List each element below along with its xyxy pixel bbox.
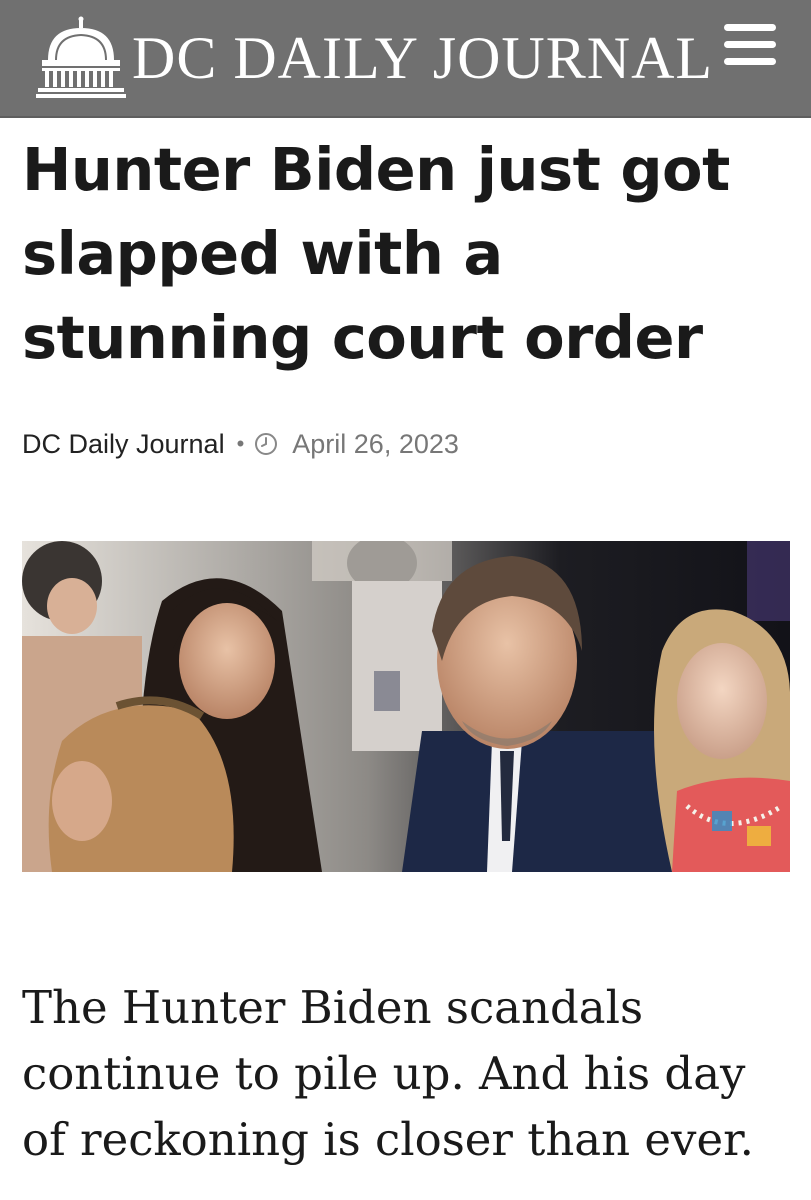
article-author[interactable]: DC Daily Journal (22, 429, 225, 460)
site-header: DC DAILY JOURNAL (0, 0, 811, 118)
article-hero-photo[interactable] (22, 541, 790, 872)
meta-separator: • (236, 431, 245, 456)
clock-icon (255, 433, 278, 455)
article-headline: Hunter Biden just got slapped with a stu… (22, 135, 730, 372)
hero-photo-illustration (22, 541, 790, 872)
hamburger-menu-icon[interactable] (724, 22, 780, 72)
article-lede: The Hunter Biden scandals continue to pi… (22, 981, 754, 1166)
article-meta: DC Daily Journal • April 26, 2023 (22, 424, 459, 464)
article-date: April 26, 2023 (292, 428, 459, 459)
site-title[interactable]: DC DAILY JOURNAL (132, 22, 713, 94)
capitol-dome-icon[interactable] (36, 16, 126, 100)
